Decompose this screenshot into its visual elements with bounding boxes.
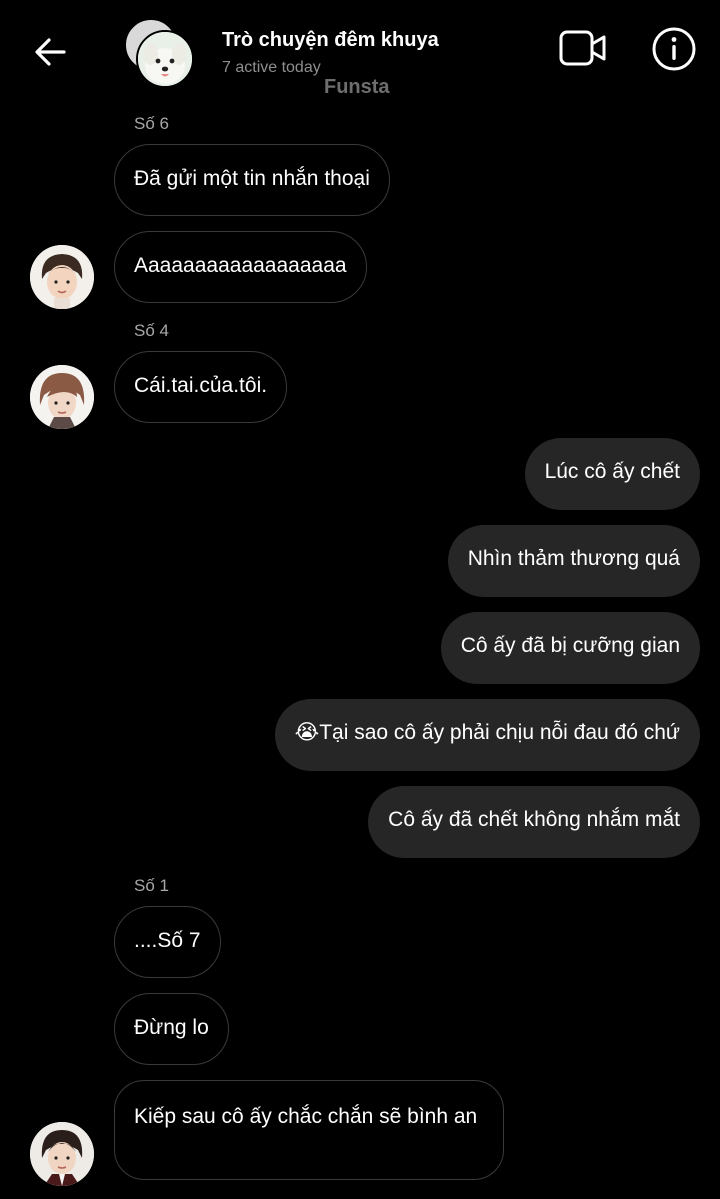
info-button[interactable]: [651, 26, 697, 72]
message-bubble-outgoing[interactable]: Cô ấy đã chết không nhắm mắt: [368, 786, 700, 858]
sender-name: Số 6: [134, 114, 169, 133]
chat-header: Trò chuyện đêm khuya 7 active today Funs…: [0, 0, 720, 100]
crying-emoji: 😭: [294, 721, 320, 744]
message-bubble-incoming[interactable]: Đừng lo: [114, 993, 229, 1065]
message-text: Tại sao cô ấy phải chịu nỗi đau đó chứ: [319, 721, 680, 744]
dog-avatar-image: [136, 30, 194, 88]
back-button[interactable]: [28, 30, 72, 74]
info-icon: [652, 27, 696, 71]
message-bubble-outgoing[interactable]: 😭Tại sao cô ấy phải chịu nỗi đau đó chứ: [274, 699, 700, 771]
message-bubble-incoming[interactable]: Đã gửi một tin nhắn thoại: [114, 144, 390, 216]
message-bubble-incoming[interactable]: Kiếp sau cô ấy chắc chắn sẽ bình an: [114, 1080, 504, 1180]
message-bubble-incoming[interactable]: Aaaaaaaaaaaaaaaaaa: [114, 231, 367, 303]
sender-avatar[interactable]: [30, 245, 94, 309]
sender-avatar[interactable]: [30, 1122, 94, 1186]
sender-name: Số 1: [134, 876, 169, 895]
message-bubble-outgoing[interactable]: Lúc cô ấy chết: [524, 438, 700, 510]
sender-name: Số 4: [134, 321, 169, 340]
message-bubble-incoming[interactable]: ....Số 7: [114, 906, 221, 978]
video-call-button[interactable]: [558, 28, 608, 70]
watermark: Funsta: [324, 76, 390, 98]
sender-avatar[interactable]: [30, 365, 94, 429]
message-bubble-incoming[interactable]: Cái.tai.của.tôi.: [114, 351, 288, 423]
back-arrow-icon: [35, 38, 66, 66]
group-avatar[interactable]: [124, 18, 194, 88]
active-status: 7 active today: [222, 59, 321, 76]
video-call-icon: [559, 30, 606, 66]
message-bubble-outgoing[interactable]: Nhìn thảm thương quá: [447, 525, 700, 597]
chat-title[interactable]: Trò chuyện đêm khuya: [222, 29, 439, 52]
message-bubble-outgoing[interactable]: Cô ấy đã bị cưỡng gian: [440, 612, 700, 684]
